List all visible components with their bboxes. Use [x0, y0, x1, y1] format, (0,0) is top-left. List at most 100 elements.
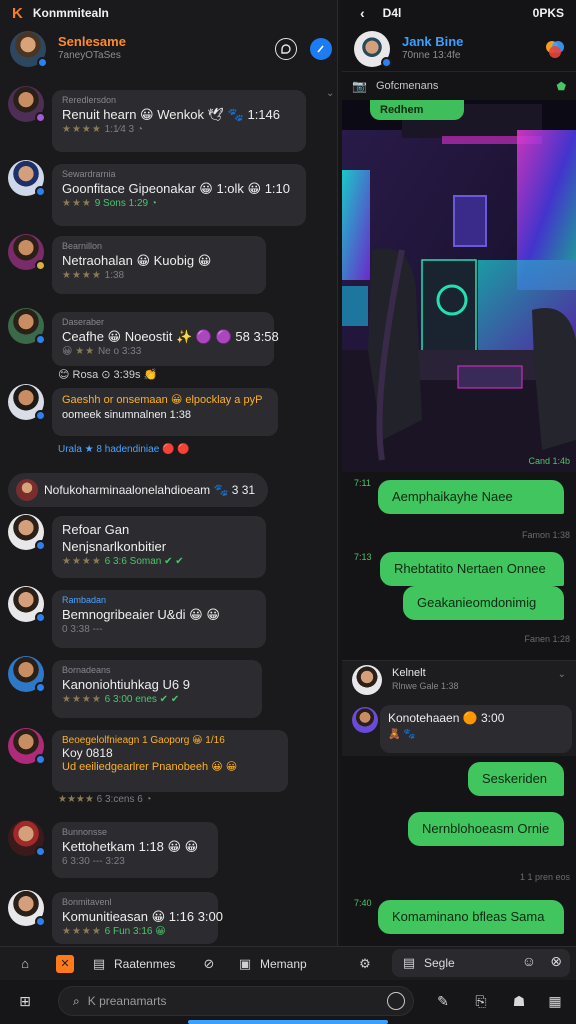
message-bubble: Daseraber Ceafhe 😀 Noeostit ✨ 🟣 🟣 58 3:5…: [52, 312, 279, 366]
message-meta: ★★★★ 1:1⁄4 3 ◔: [62, 124, 143, 135]
outgoing-message[interactable]: Seskeriden: [468, 762, 564, 796]
avatar: [8, 160, 46, 197]
colors-icon[interactable]: [544, 38, 566, 60]
verified-icon: [35, 682, 46, 693]
verified-icon: [35, 540, 46, 551]
message-bubble: Bornadeans Kanoniohtiuhkag U6 9 ★★★★ 6 3…: [52, 660, 262, 718]
status-indicators: 0PKS: [532, 6, 564, 20]
message-bubble: Gaeshh or onsemaan 😀 elpocklay a pyP oom…: [52, 388, 278, 436]
gaming-room-image: [342, 100, 576, 472]
pen-icon[interactable]: ✎: [432, 990, 454, 1012]
outgoing-message[interactable]: Geakanieomdonimig: [403, 586, 564, 620]
list-item[interactable]: Refoar Gan Nenjsnarlkonbitier ★★★★ 6 3:6…: [8, 514, 266, 578]
list-item[interactable]: Daseraber Ceafhe 😀 Noeostit ✨ 🟣 🟣 58 3:5…: [8, 308, 279, 366]
grid-icon[interactable]: ⊞: [14, 990, 36, 1012]
right-tab-field[interactable]: ▤ Segle ☺ ⊗: [392, 949, 570, 977]
avatar: [352, 665, 382, 695]
search-placeholder: K preanamarts: [87, 994, 167, 1008]
avatar: [8, 86, 46, 123]
message-meta: 6 3:30 --- 3:23: [62, 856, 125, 867]
search-field[interactable]: ⌕ K preanamarts: [58, 986, 414, 1016]
message-meta: ★★★★ 6 3:6 Soman ✔ ✔: [62, 556, 184, 567]
collapse-icon[interactable]: ⌄: [326, 88, 334, 99]
outgoing-message[interactable]: Komaminano bfleas Sama: [378, 900, 564, 934]
reaction-row[interactable]: 😊 Rosa ⊙ 3:39s 👏: [58, 368, 157, 381]
tab-segle[interactable]: ▤ Segle: [400, 954, 455, 972]
list-item[interactable]: Bornadeans Kanoniohtiuhkag U6 9 ★★★★ 6 3…: [8, 656, 262, 718]
contact-status: 70nne 13:4fe: [402, 49, 461, 61]
compose-icon[interactable]: [310, 38, 332, 60]
sender-label: Bornadeans: [62, 665, 111, 675]
clipboard-icon: ▤: [92, 955, 106, 971]
status-icon: [35, 112, 46, 123]
shared-photo[interactable]: Redhem Cand 1:4b: [342, 100, 576, 472]
message-text-2: Ud eeiliedgearlrer Pnanobeeh 😀 😀: [62, 761, 238, 773]
sender-label: Sewardrarnia: [62, 169, 116, 179]
timestamp: 1 1 pren eos: [519, 872, 570, 882]
game-icon[interactable]: ☗: [508, 990, 530, 1012]
list-item[interactable]: Gaeshh or onsemaan 😀 elpocklay a pyP oom…: [8, 384, 278, 436]
save-icon[interactable]: ⎘: [470, 990, 492, 1012]
outgoing-message[interactable]: Aemphaikayhe Naee: [378, 480, 564, 514]
verified-icon: [35, 846, 46, 857]
tab-memories[interactable]: ▣ Memanp: [236, 955, 307, 973]
expand-icon[interactable]: ⌄: [558, 669, 566, 680]
search-icon: ⌕: [73, 993, 80, 1008]
list-item[interactable]: Bunnonsse Kettohetkam 1:18 😀 😀 6 3:30 --…: [8, 820, 218, 878]
tab-label: Memanp: [260, 956, 307, 971]
list-item[interactable]: Reredlersdon Renuit hearn 😀 Wenkok 🕊 🐾 1…: [8, 86, 306, 152]
avatar: [16, 479, 38, 501]
mic-icon[interactable]: [387, 992, 405, 1010]
incoming-thread[interactable]: Kelnelt Rlnwe Gale 1:38 ⌄ Konotehaaen 🟠 …: [342, 660, 576, 756]
list-item[interactable]: Bonmitavenl Komunitieasan 😀 1:16 3:00 ★★…: [8, 890, 223, 944]
verified-icon: [35, 612, 46, 623]
sender-sub: Rlnwe Gale 1:38: [392, 681, 459, 691]
message-text: Koy 0818: [62, 746, 113, 760]
message-bubble: Rambadan Bemnogribeaier U&di 😀 😀 0 3:38 …: [52, 590, 266, 648]
brand-tab-icon[interactable]: ✕: [56, 954, 74, 973]
avatar: [352, 707, 378, 733]
sender-label: Bearnillon: [62, 241, 103, 251]
outgoing-message[interactable]: Nernblohoeasm Ornie: [408, 812, 564, 846]
home-indicator: [188, 1020, 388, 1024]
back-icon[interactable]: ‹: [360, 5, 365, 21]
settings-icon[interactable]: ⚙: [356, 955, 374, 973]
message-meta: ★★★★ 6 3:00 enes ✔ ✔: [62, 694, 180, 705]
profile-avatar[interactable]: [10, 31, 48, 68]
chat-list-panel: K Konmmitealn Senlesame 7aneyOTaSes ⌄ Re…: [0, 0, 338, 946]
list-item[interactable]: Bearnillon Netraohalan 😀 Kuobig 😀 ★★★★ 1…: [8, 234, 266, 294]
link-row[interactable]: Urala ★ 8 hadendiniae 🔴 🔴: [58, 444, 190, 455]
smile-icon[interactable]: ☺: [522, 953, 536, 969]
timestamp: Famon 1:38: [521, 530, 570, 540]
verified-icon: [35, 334, 46, 345]
list-item[interactable]: Rambadan Bemnogribeaier U&di 😀 😀 0 3:38 …: [8, 586, 266, 648]
app-title: Konmmitealn: [32, 6, 109, 20]
tools-icon[interactable]: ⊗: [550, 953, 562, 970]
sender-label: Bonmitavenl: [62, 897, 112, 907]
reactions: 🧸 🐾: [388, 729, 416, 740]
message-text: Gaeshh or onsemaan 😀 elpocklay a pyP: [62, 394, 263, 406]
chat-icon[interactable]: [275, 38, 297, 60]
grid-menu-icon[interactable]: ▦: [544, 990, 566, 1012]
message-text: Renuit hearn 😀 Wenkok 🕊 🐾 1:146: [62, 107, 280, 122]
home-icon[interactable]: ⌂: [16, 955, 34, 973]
sender-name: Kelnelt: [392, 667, 426, 679]
list-item[interactable]: Sewardrarnia Goonfitace Gipeonakar 😀 1:o…: [8, 160, 306, 226]
message-meta: 😀 ★★ Ne o 3:33: [62, 346, 142, 357]
contact-avatar[interactable]: [354, 30, 392, 68]
mention-item[interactable]: Nofukoharminaalonelahdioeam 🐾 3 31: [8, 473, 268, 507]
contact-name: Jank Bine: [402, 33, 464, 49]
message-bubble: Refoar Gan Nenjsnarlkonbitier ★★★★ 6 3:6…: [52, 516, 266, 578]
pill-label[interactable]: Redhem: [370, 100, 464, 120]
list-item[interactable]: Beoegelolfnieagn 1 Gaoporg 😀 1/16 Koy 08…: [8, 728, 288, 792]
outgoing-message[interactable]: Rhebtatito Nertaen Onnee: [380, 552, 564, 586]
verified-icon: [37, 57, 48, 68]
verified-icon: [35, 916, 46, 927]
verified-icon: [35, 410, 46, 421]
sub-header: 📷 Gofcmenans ⬟: [342, 72, 576, 100]
sender-label: Beoegelolfnieagn 1 Gaoporg 😀 1/16: [62, 735, 225, 746]
message-text: Bemnogribeaier U&di 😀 😀: [62, 607, 220, 622]
tab-messages[interactable]: ▤ Raatenmes: [90, 955, 176, 973]
refresh-icon[interactable]: ⊘: [200, 955, 218, 973]
tab-label: Segle: [424, 956, 455, 970]
